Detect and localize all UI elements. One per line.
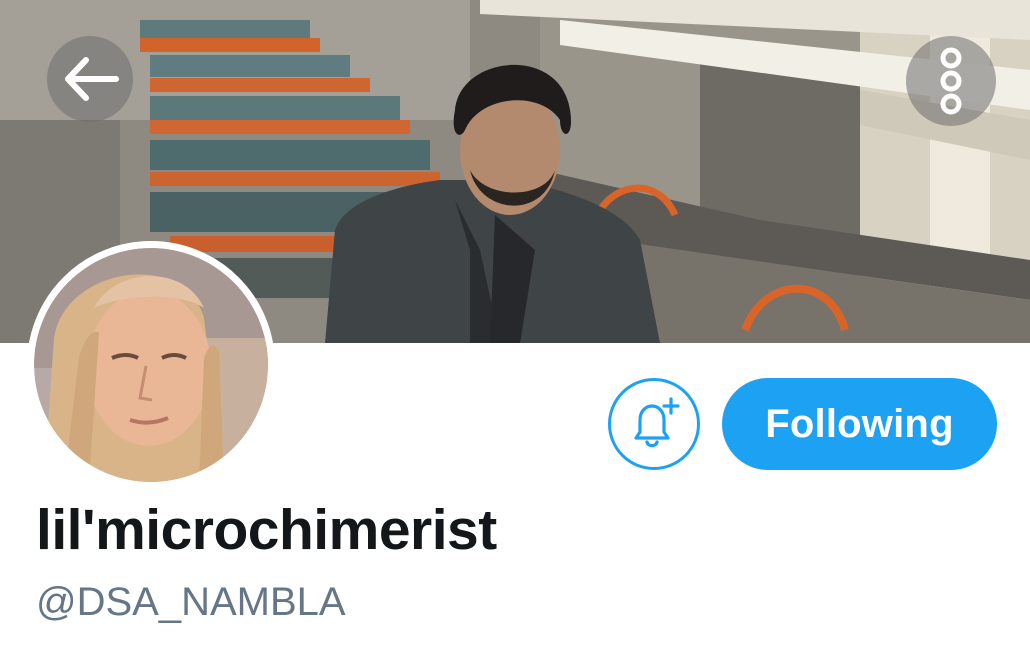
arrow-left-icon [65, 57, 119, 101]
more-vertical-icon [940, 47, 962, 115]
back-button[interactable] [47, 36, 133, 122]
profile-display-name: lil'microchimerist [36, 498, 497, 562]
profile-handle: @DSA_NAMBLA [36, 580, 346, 624]
profile-page: Following lil'microchimerist @DSA_NAMBLA [0, 0, 1030, 665]
avatar-photo [34, 248, 268, 482]
profile-avatar[interactable] [27, 241, 275, 489]
more-options-button[interactable] [906, 36, 996, 126]
bell-plus-icon [634, 397, 680, 448]
following-button[interactable]: Following [722, 378, 997, 470]
notifications-toggle-button[interactable] [608, 378, 700, 470]
